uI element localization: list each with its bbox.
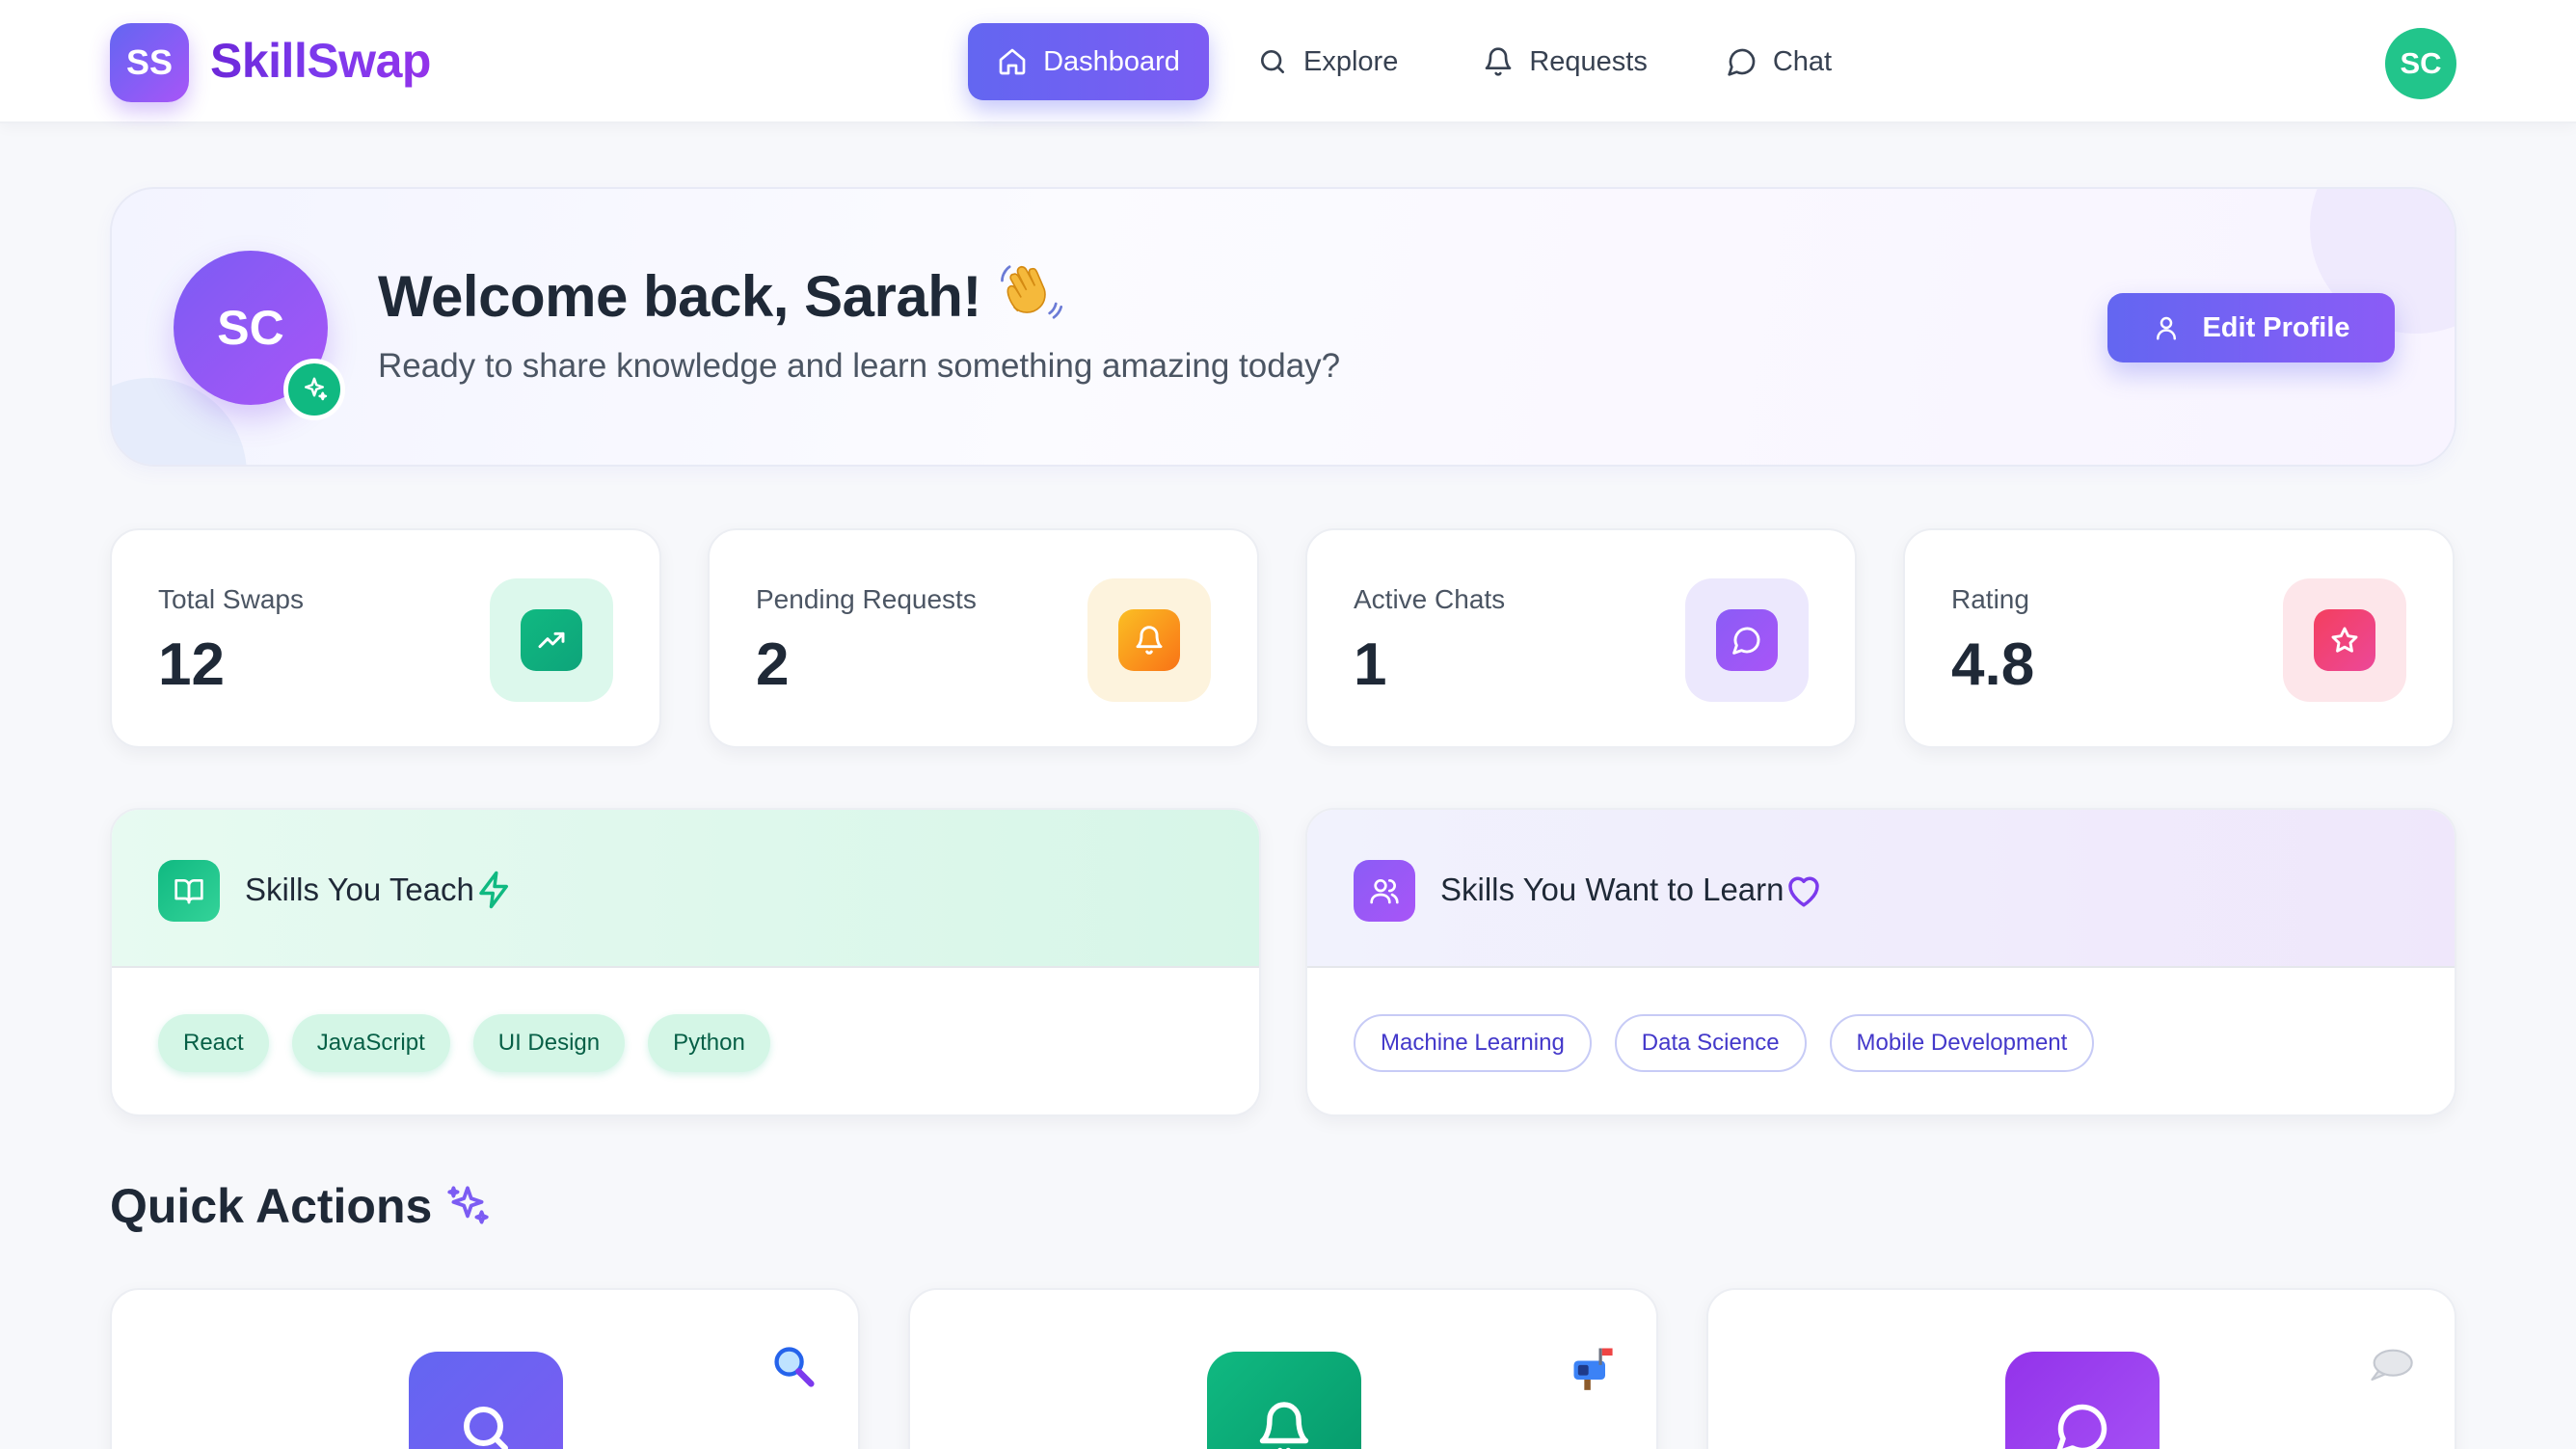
nav-dashboard[interactable]: Dashboard [968,23,1209,100]
magnifying-glass-emoji [774,1347,815,1387]
nav-explore-label: Explore [1303,45,1399,77]
quick-action-requests[interactable] [908,1288,1658,1449]
stat-card-total-swaps: Total Swaps 12 [110,528,661,748]
stat-icon-tile [1087,578,1211,702]
nav-chat-label: Chat [1772,45,1833,77]
stat-icon-tile [2283,578,2406,702]
stat-card-rating: Rating 4.8 [1903,528,2455,748]
stat-label: Active Chats [1354,584,1506,614]
skills-learn-header: Skills You Want to Learn [1307,810,2455,968]
stat-icon-tile [490,578,613,702]
skills-teach-title: Skills You Teach [245,872,474,907]
stat-icon-box [2314,609,2375,671]
stat-value: 4.8 [1951,631,2035,698]
sparkles-icon [305,377,328,401]
welcome-title-text: Welcome back, Sarah! [378,264,981,329]
skills-teach-icon-box [158,860,220,922]
welcome-heading: Welcome back, Sarah! [378,258,1064,330]
user-avatar[interactable]: SC [2385,28,2456,99]
welcome-subtitle: Ready to share knowledge and learn somet… [378,347,1341,385]
skill-tag[interactable]: Data Science [1614,1014,1807,1072]
skill-tag[interactable]: React [158,1014,269,1072]
message-circle-icon [1732,627,1760,655]
stat-label: Total Swaps [158,584,304,614]
skill-tag[interactable]: JavaScript [291,1014,450,1072]
stat-value: 2 [756,631,790,698]
nav-explore[interactable]: Explore [1228,23,1427,100]
search-icon [464,1407,508,1449]
bell-icon [1485,47,1512,76]
top-navbar: SS SkillSwap Dashboard Explore Requests … [0,0,2576,123]
skills-learn-icon-box [1354,860,1415,922]
skill-tag[interactable]: UI Design [472,1014,626,1072]
stat-value: 12 [158,631,225,698]
stat-label: Rating [1951,584,2029,614]
app-logo[interactable]: SS [110,23,189,102]
quick-actions-title: Quick Actions [110,1179,433,1233]
skills-learn-title: Skills You Want to Learn [1440,872,1784,907]
star-icon [2331,627,2358,653]
stat-icon-box [1716,609,1778,671]
quick-action-icon-box [409,1352,563,1449]
stat-icon-box [1118,609,1180,671]
skills-learn-tags: Machine Learning Data Science Mobile Dev… [1354,1014,2095,1072]
skill-tag[interactable]: Mobile Development [1829,1014,2095,1072]
skill-tag[interactable]: Machine Learning [1354,1014,1592,1072]
nav-requests-label: Requests [1529,45,1648,77]
edit-profile-label: Edit Profile [2202,311,2350,343]
zap-icon [479,871,508,909]
quick-action-icon-box [1207,1352,1361,1449]
bell-icon [1259,1402,1309,1449]
skills-learn-card: Skills You Want to Learn Machine Learnin… [1305,808,2456,1116]
waving-hand-icon [1000,265,1062,319]
message-circle-icon [2056,1404,2107,1449]
skills-teach-header: Skills You Teach [112,810,1259,968]
user-icon [2157,316,2177,340]
quick-action-chat[interactable] [1706,1288,2456,1449]
sparkles-badge [283,359,345,420]
brand-name[interactable]: SkillSwap [210,33,431,89]
stat-icon-box [521,609,582,671]
skills-teach-tags: React JavaScript UI Design Python [158,1014,770,1072]
stat-value: 1 [1354,631,1387,698]
skills-teach-card: Skills You Teach React JavaScript UI Des… [110,808,1261,1116]
stat-icon-tile [1685,578,1809,702]
bell-icon [1136,626,1163,655]
edit-profile-button[interactable]: Edit Profile [2107,293,2395,362]
nav-chat[interactable]: Chat [1698,23,1861,100]
users-icon [1370,879,1399,904]
skill-tag[interactable]: Python [648,1014,770,1072]
quick-action-icon-box [2005,1352,2160,1449]
nav-requests[interactable]: Requests [1454,23,1677,100]
stat-label: Pending Requests [756,584,977,614]
book-open-icon [174,879,203,904]
main-nav: Dashboard Explore Requests Chat [968,23,1861,100]
quick-action-explore[interactable] [110,1288,860,1449]
mailbox-emoji [1573,1348,1613,1390]
home-icon [999,48,1026,75]
search-icon [1261,50,1284,73]
sparkles-icon [447,1186,489,1224]
welcome-card: SC Welcome back, Sarah! Ready to share k… [110,187,2456,467]
nav-dashboard-label: Dashboard [1043,45,1180,77]
quick-actions-heading: Quick Actions [110,1178,492,1234]
message-circle-icon [1728,48,1756,76]
trending-up-icon [538,631,565,649]
speech-bubble-emoji [2371,1349,2413,1382]
stat-card-active-chats: Active Chats 1 [1305,528,1857,748]
stat-card-pending-requests: Pending Requests 2 [708,528,1259,748]
heart-icon [1788,876,1819,907]
